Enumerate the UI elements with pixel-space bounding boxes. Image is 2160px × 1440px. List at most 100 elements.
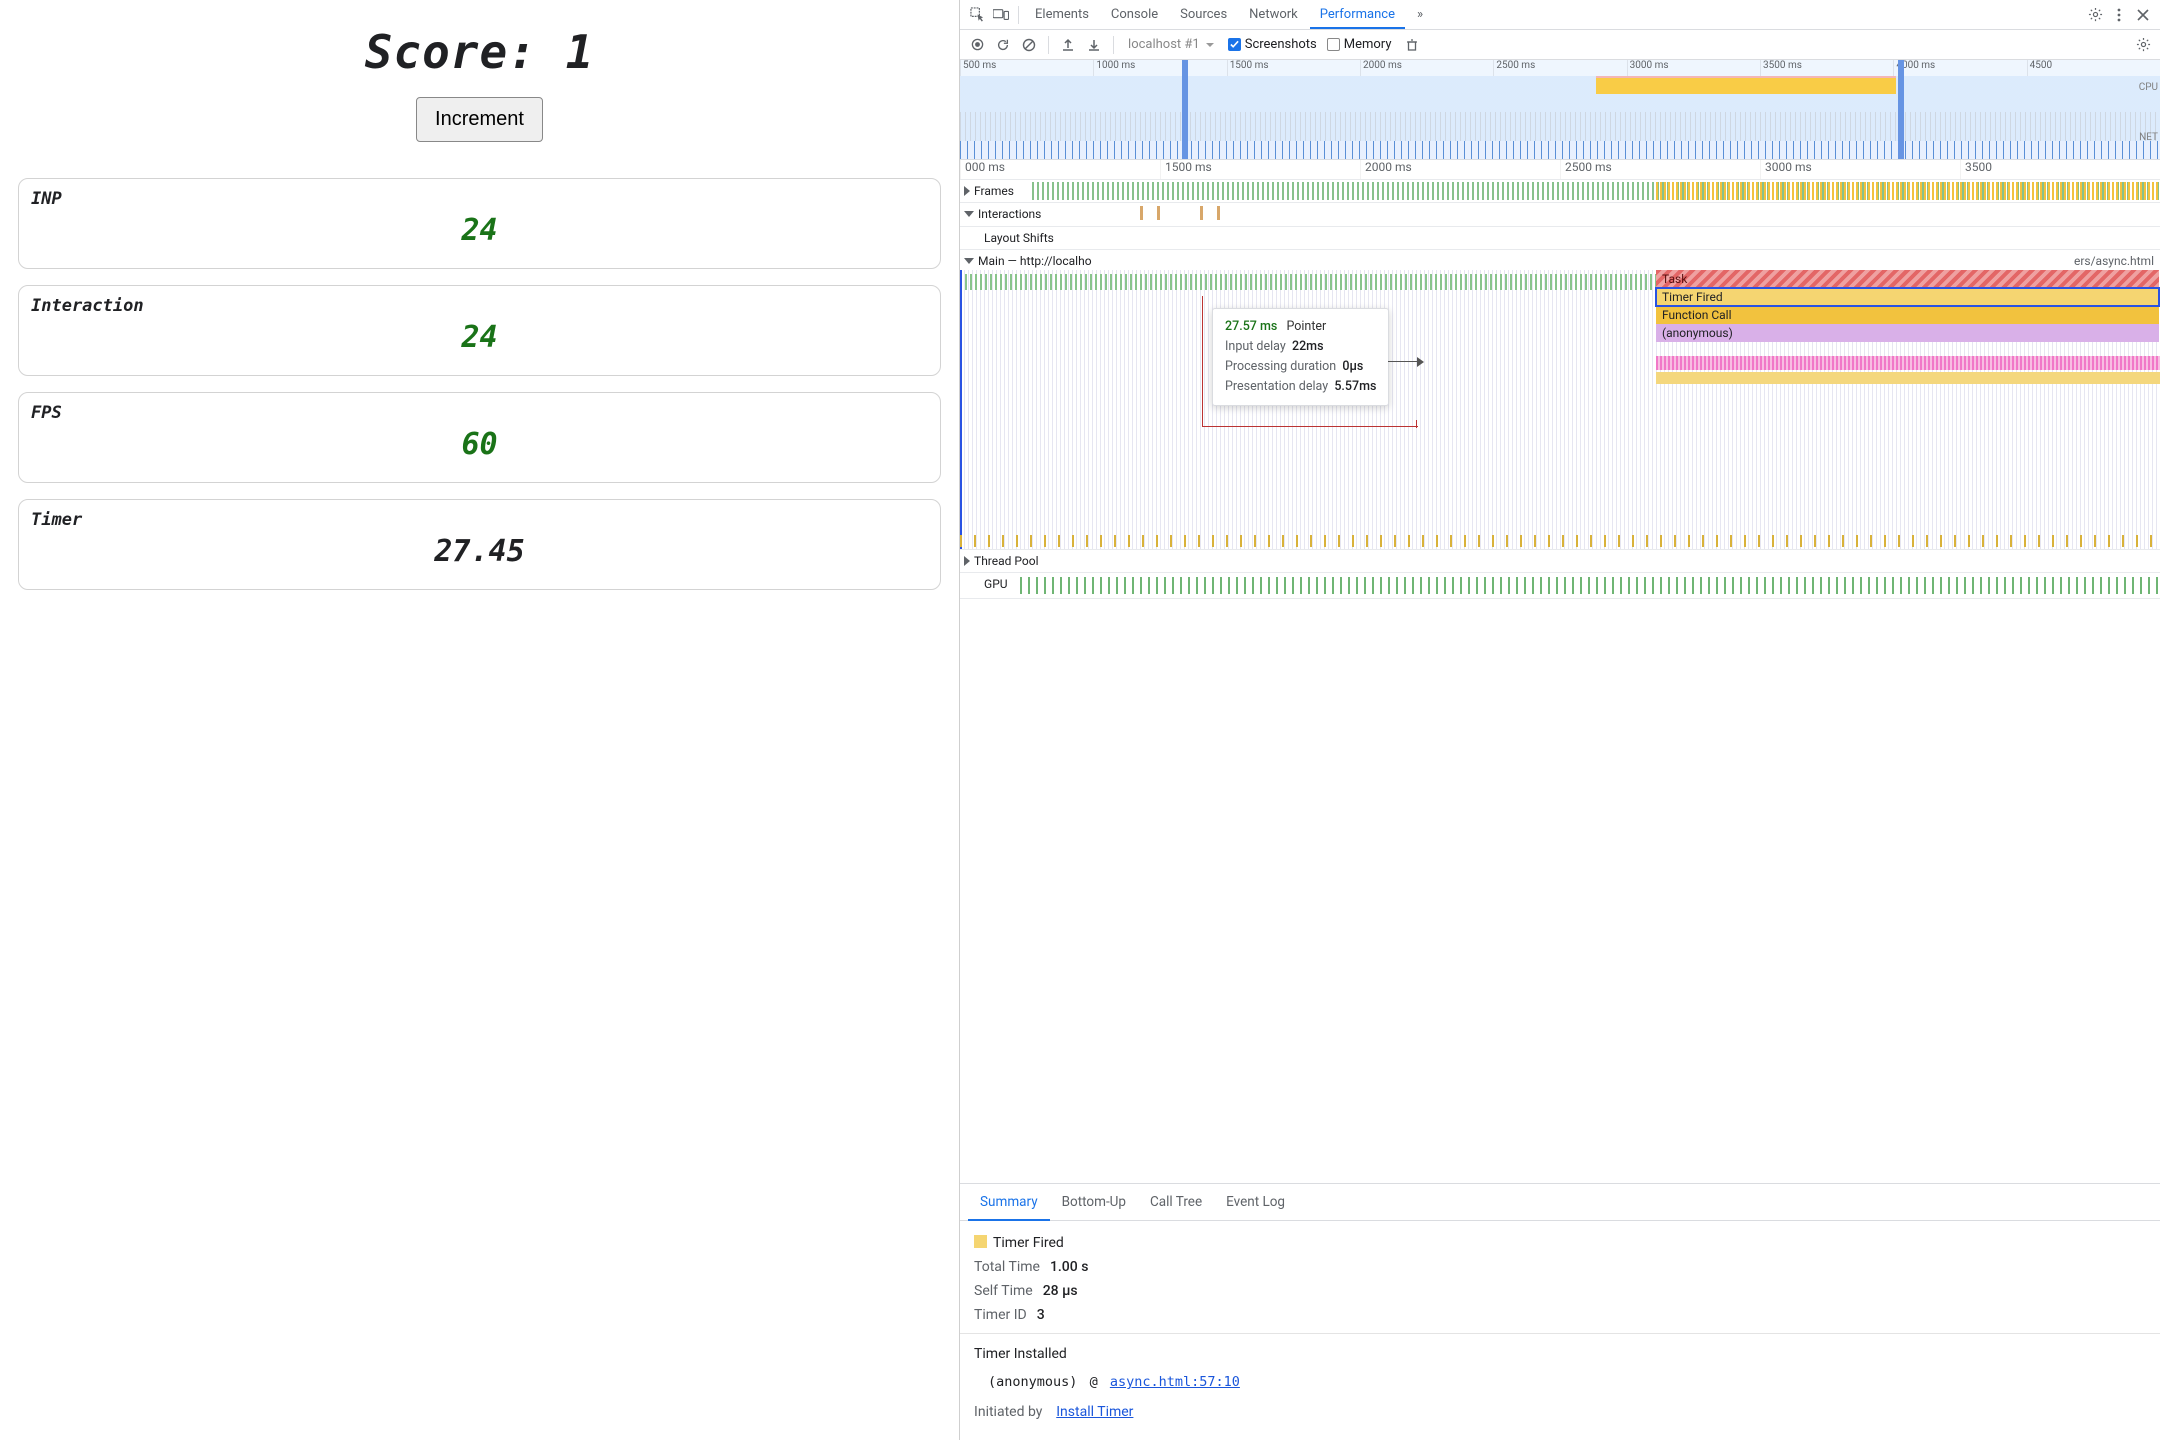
inspect-element-icon[interactable]	[966, 4, 988, 26]
close-icon[interactable]	[2132, 4, 2154, 26]
tab-elements[interactable]: Elements	[1025, 1, 1099, 28]
tab-console[interactable]: Console	[1101, 1, 1168, 28]
tab-performance[interactable]: Performance	[1310, 1, 1405, 29]
settings-icon[interactable]	[2084, 4, 2106, 26]
chevron-right-icon	[964, 186, 970, 196]
download-icon[interactable]	[1083, 34, 1105, 56]
stack-function: (anonymous)	[988, 1374, 1077, 1390]
ruler-tick: 3000 ms	[1760, 160, 1960, 179]
metric-label: Interaction	[31, 296, 928, 316]
detail-tab-bottomup[interactable]: Bottom-Up	[1050, 1184, 1138, 1220]
ruler-tick: 4500	[2027, 60, 2160, 76]
capture-settings-icon[interactable]	[2132, 34, 2154, 56]
metric-value: 24	[31, 213, 928, 248]
tab-sources[interactable]: Sources	[1170, 1, 1237, 28]
track-frames[interactable]: Frames	[960, 180, 2160, 203]
device-toolbar-icon[interactable]	[990, 4, 1012, 26]
tab-network[interactable]: Network	[1239, 1, 1308, 28]
flame-chart[interactable]: 000 ms 1500 ms 2000 ms 2500 ms 3000 ms 3…	[960, 160, 2160, 1184]
overview-ruler: 500 ms 1000 ms 1500 ms 2000 ms 2500 ms 3…	[960, 60, 2160, 76]
memory-label: Memory	[1344, 37, 1392, 52]
cpu-label: CPU	[2139, 80, 2158, 96]
track-layout-shifts[interactable]: Layout Shifts	[960, 227, 2160, 250]
checkbox-checked-icon	[1228, 38, 1241, 51]
ruler-tick: 500 ms	[960, 60, 1093, 76]
stack-at: @	[1090, 1374, 1098, 1390]
upload-icon[interactable]	[1057, 34, 1079, 56]
interactions-label: Interactions	[978, 207, 1041, 221]
kebab-menu-icon[interactable]	[2108, 4, 2130, 26]
tooltip-v: 22ms	[1292, 339, 1324, 354]
overview-hatching	[960, 112, 2160, 142]
tooltip-v: 5.57ms	[1334, 379, 1376, 394]
chevron-down-icon	[964, 258, 974, 264]
devtools-panel: Elements Console Sources Network Perform…	[959, 0, 2160, 1440]
checkbox-unchecked-icon	[1327, 38, 1340, 51]
overview-strip[interactable]: 500 ms 1000 ms 1500 ms 2000 ms 2500 ms 3…	[960, 60, 2160, 160]
track-thread-pool[interactable]: Thread Pool	[960, 550, 2160, 573]
main-url-suffix: ers/async.html	[2074, 254, 2154, 268]
track-interactions[interactable]: Interactions	[960, 203, 2160, 227]
initiator-heading: Timer Installed	[974, 1342, 2146, 1366]
tooltip-anchor-line	[1202, 296, 1203, 426]
initiated-by-label: Initiated by	[974, 1404, 1042, 1420]
ruler-tick: 2000 ms	[1360, 160, 1560, 179]
initiated-by-link[interactable]: Install Timer	[1056, 1404, 1133, 1420]
main-bottom-row	[960, 535, 2160, 547]
details-title: Timer Fired	[993, 1235, 1064, 1251]
overview-activity	[1596, 78, 1896, 94]
tooltip-k: Processing duration	[1225, 359, 1336, 374]
track-main[interactable]: Main — http://localho ers/async.html Tas…	[960, 250, 2160, 550]
detail-tab-summary[interactable]: Summary	[968, 1184, 1050, 1221]
screenshots-checkbox[interactable]: Screenshots	[1228, 37, 1317, 52]
detail-tab-eventlog[interactable]: Event Log	[1214, 1184, 1297, 1220]
flame-stack: Task Timer Fired Function Call (anonymou…	[1656, 270, 2159, 342]
record-icon[interactable]	[966, 34, 988, 56]
metric-card-fps: FPS 60	[18, 392, 941, 483]
performance-toolbar: localhost #1 Screenshots Memory	[960, 30, 2160, 60]
frames-label: Frames	[974, 184, 1014, 198]
metric-label: INP	[31, 189, 928, 209]
separator	[1018, 6, 1019, 24]
ruler-tick: 2500 ms	[1493, 60, 1626, 76]
ruler-tick: 3500 ms	[1760, 60, 1893, 76]
overview-handle-right[interactable]	[1898, 60, 1904, 159]
detail-val: 3	[1037, 1307, 1045, 1323]
gc-icon[interactable]	[1401, 34, 1423, 56]
track-gpu[interactable]: GPU	[960, 573, 2160, 599]
increment-button[interactable]: Increment	[416, 97, 543, 142]
flame-task[interactable]: Task	[1656, 270, 2159, 288]
interaction-tooltip: 27.57 ms Pointer Input delay 22ms Proces…	[1212, 308, 1389, 406]
gpu-label: GPU	[984, 577, 1008, 591]
summary-details: Timer Fired Total Time1.00 s Self Time28…	[960, 1221, 2160, 1334]
flame-timer-fired[interactable]: Timer Fired	[1656, 288, 2159, 306]
tooltip-k: Input delay	[1225, 339, 1286, 354]
flame-ruler: 000 ms 1500 ms 2000 ms 2500 ms 3000 ms 3…	[960, 160, 2160, 180]
ruler-tick: 2500 ms	[1560, 160, 1760, 179]
memory-checkbox[interactable]: Memory	[1327, 37, 1392, 52]
layout-shifts-label: Layout Shifts	[984, 231, 1054, 245]
overview-handle-left[interactable]	[1182, 60, 1188, 159]
detail-tab-calltree[interactable]: Call Tree	[1138, 1184, 1214, 1220]
detail-key: Self Time	[974, 1283, 1033, 1299]
detail-tabbar: Summary Bottom-Up Call Tree Event Log	[960, 1184, 2160, 1221]
devtools-tabbar: Elements Console Sources Network Perform…	[960, 0, 2160, 30]
recording-select[interactable]: localhost #1	[1122, 36, 1218, 53]
clear-icon[interactable]	[1018, 34, 1040, 56]
gpu-bars	[1020, 577, 2160, 594]
flame-anonymous[interactable]: (anonymous)	[1656, 324, 2159, 342]
metric-value: 24	[31, 320, 928, 355]
main-label: Main — http://localho	[978, 254, 1092, 268]
flame-function-call[interactable]: Function Call	[1656, 306, 2159, 324]
main-pink-row	[1656, 356, 2160, 370]
score-heading: Score: 1	[10, 25, 949, 79]
ruler-tick: 1000 ms	[1093, 60, 1226, 76]
tooltip-time: 27.57 ms	[1225, 319, 1277, 334]
reload-record-icon[interactable]	[992, 34, 1014, 56]
tab-more[interactable]: »	[1407, 1, 1433, 28]
tooltip-arrow-icon	[1388, 357, 1424, 367]
tooltip-v: 0µs	[1342, 359, 1363, 374]
separator	[1113, 36, 1114, 54]
ruler-tick: 3500	[1960, 160, 2160, 179]
stack-location-link[interactable]: async.html:57:10	[1110, 1374, 1240, 1390]
